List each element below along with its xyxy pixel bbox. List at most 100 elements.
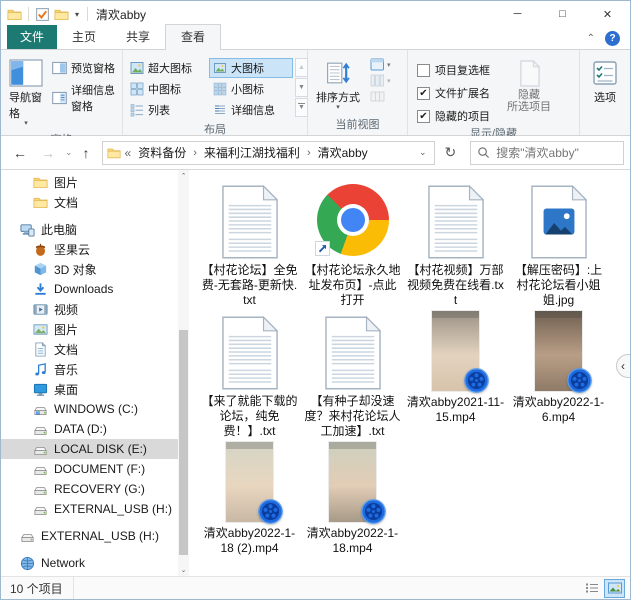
options-button[interactable]: 选项	[587, 54, 623, 108]
sidebar-item[interactable]: WINDOWS (C:)	[1, 399, 178, 419]
tab-share[interactable]: 共享	[111, 25, 165, 49]
refresh-icon[interactable]: ↻	[437, 144, 465, 161]
breadcrumb-overflow-icon[interactable]: «	[125, 146, 132, 160]
file-item[interactable]: 【解压密码】:上村花论坛看小姐姐.jpg	[507, 176, 610, 307]
thumbnail-view-toggle[interactable]	[604, 579, 625, 598]
layout-option[interactable]: 详细信息	[209, 100, 293, 120]
search-input[interactable]	[496, 146, 617, 160]
hide-selected-button[interactable]: 隐藏所选项目	[502, 54, 556, 116]
collapse-ribbon-icon[interactable]: ⌃	[587, 33, 595, 44]
sidebar-item[interactable]: 桌面	[1, 379, 178, 399]
chrome-shortcut-icon	[317, 184, 389, 256]
layout-option[interactable]: 小图标	[209, 79, 293, 99]
details-pane-button[interactable]: 详细信息窗格	[52, 82, 117, 114]
sidebar-item[interactable]: 图片	[1, 172, 178, 192]
gallery-overflow-icon[interactable]: ▼	[295, 98, 308, 117]
scrollbar-up-icon[interactable]: ⌃	[178, 170, 189, 182]
file-item[interactable]: 清欢abby2022-1-6.mp4	[507, 307, 610, 438]
checkbox-icon[interactable]	[417, 64, 430, 77]
qat-folder-icon[interactable]	[54, 7, 69, 22]
file-item[interactable]: 【村花论坛】全免费-无套路-更新快.txt	[198, 176, 301, 307]
video-thumbnail	[329, 442, 376, 522]
galm-icon	[130, 82, 144, 96]
sidebar-item[interactable]: DOCUMENT (F:)	[1, 459, 178, 479]
back-button[interactable]: ←	[7, 143, 33, 163]
sidebar-item[interactable]: Network	[1, 553, 178, 573]
file-item[interactable]: 清欢abby2022-1-18.mp4	[301, 438, 404, 569]
file-item[interactable]: 【村花视频】万部视频免费在线看.txt	[404, 176, 507, 307]
recent-locations-icon[interactable]: ⌄	[63, 147, 75, 158]
group-by-button[interactable]: ▾	[370, 58, 391, 71]
sidebar-item[interactable]: 3D 对象	[1, 259, 178, 279]
scrollbar-down-icon[interactable]: ⌄	[178, 564, 189, 576]
sidebar-item[interactable]: EXTERNAL_USB (H:)	[1, 499, 178, 519]
preview-pane-button[interactable]: 预览窗格	[52, 60, 117, 76]
sidebar-item[interactable]: EXTERNAL_USB (H:)	[1, 526, 178, 546]
checkbox-icon[interactable]: ✔	[417, 110, 430, 123]
layout-option[interactable]: 列表	[126, 100, 208, 120]
gallery-scroll-down-icon[interactable]: ▼	[295, 78, 308, 97]
forward-button[interactable]: →	[35, 143, 61, 163]
file-item[interactable]: 【来了就能下载的论坛，纯免费！】.txt	[198, 307, 301, 438]
layout-option[interactable]: 中图标	[126, 79, 208, 99]
minimize-button[interactable]: ─	[495, 1, 540, 27]
sidebar-item[interactable]: 音乐	[1, 359, 178, 379]
maximize-button[interactable]: □	[540, 1, 585, 27]
explorer-folder-icon	[7, 7, 22, 22]
ribbon: 导航窗格 ▾ 预览窗格 详细信息窗格 窗格 超大图标大图标中	[1, 50, 630, 136]
ribbon-checkbox[interactable]: 项目复选框	[417, 62, 490, 78]
ribbon-checkbox[interactable]: ✔隐藏的项目	[417, 108, 490, 124]
file-item[interactable]: 清欢abby2022-1-18 (2).mp4	[198, 438, 301, 569]
sidebar-item[interactable]: LOCAL DISK (E:)	[1, 439, 178, 459]
tab-file[interactable]: 文件	[7, 25, 57, 49]
ribbon-checkbox[interactable]: ✔文件扩展名	[417, 85, 490, 101]
help-icon[interactable]: ?	[605, 31, 620, 46]
breadcrumb-segment[interactable]: 来福利江湖找福利	[204, 144, 300, 161]
sidebar-item[interactable]: 此电脑	[1, 219, 178, 239]
sidebar-item[interactable]: Downloads	[1, 279, 178, 299]
file-name: 【来了就能下载的论坛，纯免费！】.txt	[201, 394, 299, 438]
sort-by-button[interactable]: 排序方式 ▾	[311, 54, 365, 114]
breadcrumb-separator-icon[interactable]: ›	[193, 147, 197, 159]
ribbon-tab-row: 文件 主页 共享 查看 ⌃ ?	[1, 27, 630, 50]
address-bar[interactable]: « 资料备份 › 来福利江湖找福利 › 清欢abby ⌄	[102, 141, 435, 165]
sidebar-item-label: 图片	[54, 174, 78, 191]
add-columns-icon	[370, 74, 385, 87]
navigation-pane-button[interactable]: 导航窗格 ▾	[4, 54, 48, 130]
file-item[interactable]: 清欢abby2021-11-15.mp4	[404, 307, 507, 438]
size-columns-button[interactable]	[370, 90, 391, 103]
sidebar-item[interactable]: 坚果云	[1, 239, 178, 259]
sidebar-scrollbar[interactable]: ⌃ ⌄	[178, 170, 189, 576]
scrollbar-thumb[interactable]	[179, 330, 188, 555]
file-item[interactable]: 【村花论坛永久地址发布页】-点此打开	[301, 176, 404, 307]
sidebar-item[interactable]: 图片	[1, 319, 178, 339]
up-button[interactable]: ↑	[77, 143, 96, 163]
file-item[interactable]: 【有种子却没速度？来村花论坛人工加速】.txt	[301, 307, 404, 438]
tab-home[interactable]: 主页	[57, 25, 111, 49]
sidebar-item[interactable]: DATA (D:)	[1, 419, 178, 439]
breadcrumb-separator-icon[interactable]: ›	[307, 147, 311, 159]
address-dropdown-icon[interactable]: ⌄	[416, 147, 430, 158]
breadcrumb-segment[interactable]: 资料备份	[138, 144, 186, 161]
qat-customize-dropdown-icon[interactable]: ▾	[73, 10, 81, 19]
drive-icon	[20, 529, 35, 544]
sidebar-item[interactable]: 视频	[1, 299, 178, 319]
checkbox-icon[interactable]: ✔	[417, 87, 430, 100]
close-button[interactable]: ✕	[585, 1, 630, 27]
add-columns-button[interactable]: ▾	[370, 74, 391, 87]
sidebar-item[interactable]: RECOVERY (G:)	[1, 479, 178, 499]
details-view-toggle[interactable]	[581, 579, 602, 598]
sidebar-item-label: 3D 对象	[54, 261, 97, 278]
layout-option[interactable]: 超大图标	[126, 58, 208, 78]
sidebar-item[interactable]: 文档	[1, 192, 178, 212]
qat-checkbox-icon[interactable]	[35, 7, 50, 22]
movie-reel-icon	[566, 367, 593, 394]
shortcut-arrow-icon	[315, 241, 330, 256]
sidebar-item-label: 桌面	[54, 381, 78, 398]
tab-view[interactable]: 查看	[165, 24, 221, 50]
sidebar-item[interactable]: 文档	[1, 339, 178, 359]
breadcrumb-segment[interactable]: 清欢abby	[318, 144, 368, 161]
sidebar-item-label: Network	[41, 556, 85, 570]
layout-option[interactable]: 大图标	[209, 58, 293, 78]
gallery-scroll-up-icon[interactable]: ▲	[295, 58, 308, 77]
